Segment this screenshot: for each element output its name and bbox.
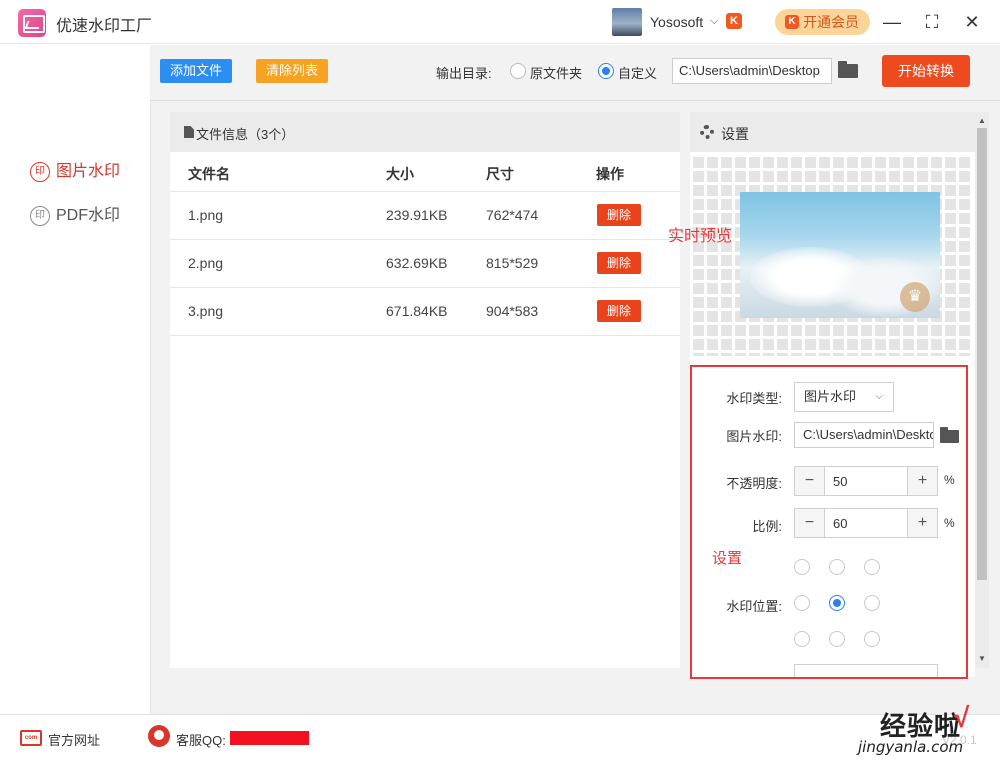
file-info-title: 文件信息（3个） [196, 127, 295, 142]
column-header-size: 大小 [386, 166, 414, 182]
document-icon [184, 126, 194, 138]
gear-icon [700, 125, 714, 139]
app-title: 优速水印工厂 [56, 18, 153, 35]
table-row[interactable]: 1.png 239.91KB 762*474 删除 [170, 191, 680, 239]
annotation-realtime-preview: 实时预览 [668, 228, 733, 245]
start-convert-button[interactable]: 开始转换 [882, 55, 970, 87]
file-dimensions: 762*474 [486, 207, 539, 223]
annotation-highlight-box [690, 365, 968, 679]
file-size: 632.69KB [386, 255, 448, 271]
delete-button[interactable]: 删除 [597, 300, 641, 322]
maximize-button[interactable]: ⛶ [920, 10, 944, 34]
redacted-qq-number [230, 731, 309, 745]
file-name: 3.png [188, 303, 224, 319]
table-row[interactable]: 3.png 671.84KB 904*583 删除 [170, 287, 680, 335]
vip-button[interactable]: K 开通会员 [775, 9, 870, 35]
settings-header: 设置 [690, 112, 975, 152]
file-name: 2.png [188, 255, 224, 271]
file-size: 671.84KB [386, 303, 448, 319]
radio-original-folder-label[interactable]: 原文件夹 [530, 63, 582, 82]
seal-icon: 印 [30, 206, 50, 226]
file-list-panel: 文件信息（3个） 文件名 大小 尺寸 操作 1.png 239.91KB 762… [170, 112, 680, 668]
user-avatar[interactable] [612, 8, 642, 36]
table-row[interactable]: 2.png 632.69KB 815*529 删除 [170, 239, 680, 287]
scroll-down-icon[interactable]: ▼ [978, 654, 986, 663]
vip-button-label: 开通会员 [803, 14, 859, 30]
output-path-input[interactable]: C:\Users\admin\Desktop [672, 58, 832, 84]
radio-custom[interactable] [598, 63, 614, 79]
overlay-watermark-check: √ [954, 702, 970, 733]
column-header-name: 文件名 [188, 166, 230, 182]
seal-icon: 印 [30, 162, 50, 182]
file-panel-header: 文件信息（3个） [170, 112, 680, 152]
user-name[interactable]: Yososoft [650, 14, 703, 30]
website-link[interactable]: 官方网址 [48, 730, 100, 749]
delete-button[interactable]: 删除 [597, 204, 641, 226]
brand-k-icon: K [785, 15, 799, 29]
clear-list-button[interactable]: 清除列表 [256, 59, 328, 83]
column-header-dimensions: 尺寸 [486, 166, 514, 182]
chevron-down-icon[interactable]: ⌵ [710, 15, 718, 28]
brand-k-icon: K [726, 13, 742, 29]
delete-button[interactable]: 删除 [597, 252, 641, 274]
output-dir-label: 输出目录: [436, 66, 492, 81]
scrollbar-thumb[interactable] [977, 128, 987, 580]
sidebar: 印 图片水印 印 PDF水印 [0, 45, 150, 714]
website-icon: com [20, 730, 42, 746]
support-qq-label: 客服QQ: [176, 733, 226, 748]
divider [170, 335, 680, 336]
column-header-action: 操作 [596, 166, 624, 182]
minimize-button[interactable]: — [880, 10, 904, 34]
sidebar-item-image-watermark[interactable]: 印 图片水印 [30, 159, 140, 185]
sidebar-item-label: PDF水印 [56, 207, 121, 224]
file-name: 1.png [188, 207, 224, 223]
crown-watermark-icon: ♛ [900, 282, 930, 312]
app-logo-icon [18, 9, 46, 37]
app-window: 优速水印工厂 Yososoft ⌵ K K 开通会员 — ⛶ ✕ 印 图片水印 … [0, 0, 1000, 760]
annotation-settings: 设置 [712, 550, 743, 567]
add-file-button[interactable]: 添加文件 [160, 59, 232, 83]
radio-original-folder[interactable] [510, 63, 526, 79]
file-dimensions: 904*583 [486, 303, 539, 319]
scroll-up-icon[interactable]: ▲ [978, 116, 986, 125]
overlay-watermark-url: jingyanla.com [858, 738, 964, 756]
settings-title: 设置 [721, 126, 749, 142]
sidebar-item-label: 图片水印 [56, 163, 121, 180]
radio-custom-label[interactable]: 自定义 [618, 63, 657, 82]
close-button[interactable]: ✕ [960, 10, 984, 34]
file-size: 239.91KB [386, 207, 448, 223]
file-dimensions: 815*529 [486, 255, 539, 271]
toolbar: 添加文件 清除列表 输出目录: 原文件夹 自定义 C:\Users\admin\… [150, 45, 1000, 101]
folder-icon[interactable] [838, 61, 858, 78]
customer-service-icon [148, 725, 170, 747]
sidebar-item-pdf-watermark[interactable]: 印 PDF水印 [30, 203, 140, 229]
